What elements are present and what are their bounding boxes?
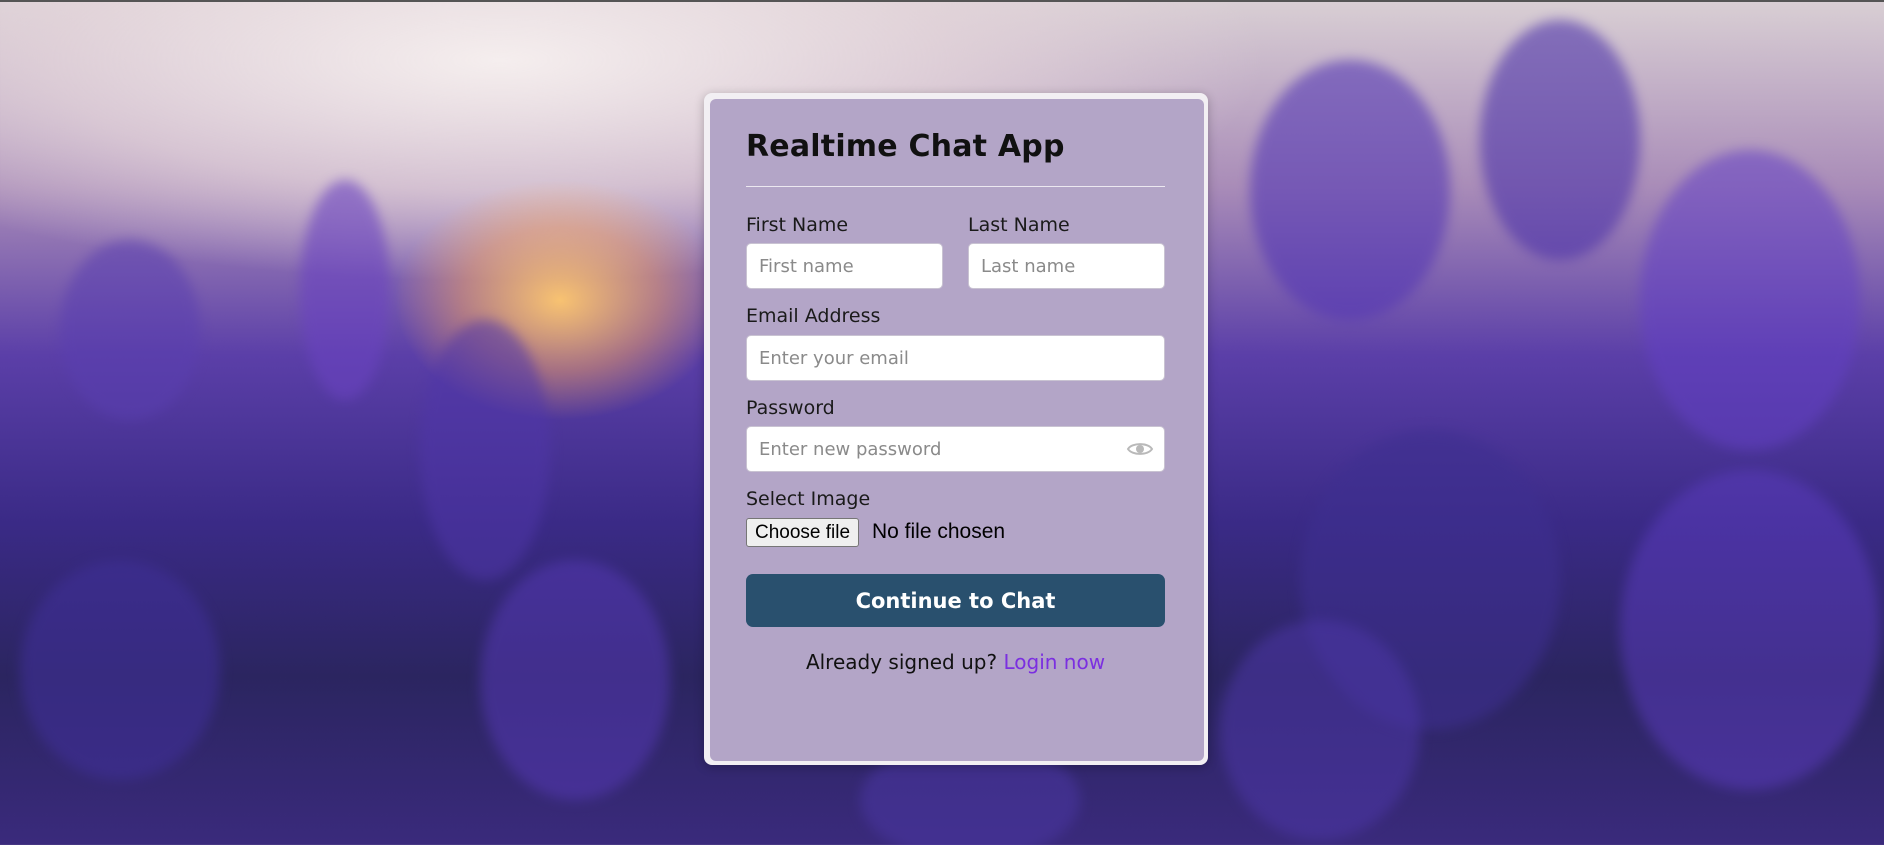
login-prompt: Already signed up? Login now [746, 650, 1165, 674]
signup-card: Realtime Chat App First Name Last Name E… [710, 99, 1204, 761]
email-label: Email Address [746, 305, 881, 327]
window-top-border [0, 0, 1884, 2]
select-image-label: Select Image [746, 488, 871, 510]
first-name-label: First Name [746, 214, 849, 236]
login-now-link[interactable]: Login now [1003, 650, 1105, 674]
login-prompt-text: Already signed up? [805, 650, 998, 674]
title-divider [746, 186, 1165, 187]
file-status-text: No file chosen [872, 520, 1006, 543]
password-input[interactable] [746, 426, 1165, 472]
last-name-input[interactable] [968, 243, 1165, 289]
password-label: Password [746, 397, 835, 419]
choose-file-button[interactable]: Choose file [746, 518, 860, 547]
page-title: Realtime Chat App [746, 129, 1065, 164]
eye-icon[interactable] [1126, 440, 1154, 458]
email-input[interactable] [746, 335, 1165, 381]
first-name-input[interactable] [746, 243, 943, 289]
continue-to-chat-button[interactable]: Continue to Chat [746, 574, 1165, 627]
last-name-label: Last Name [968, 214, 1070, 236]
